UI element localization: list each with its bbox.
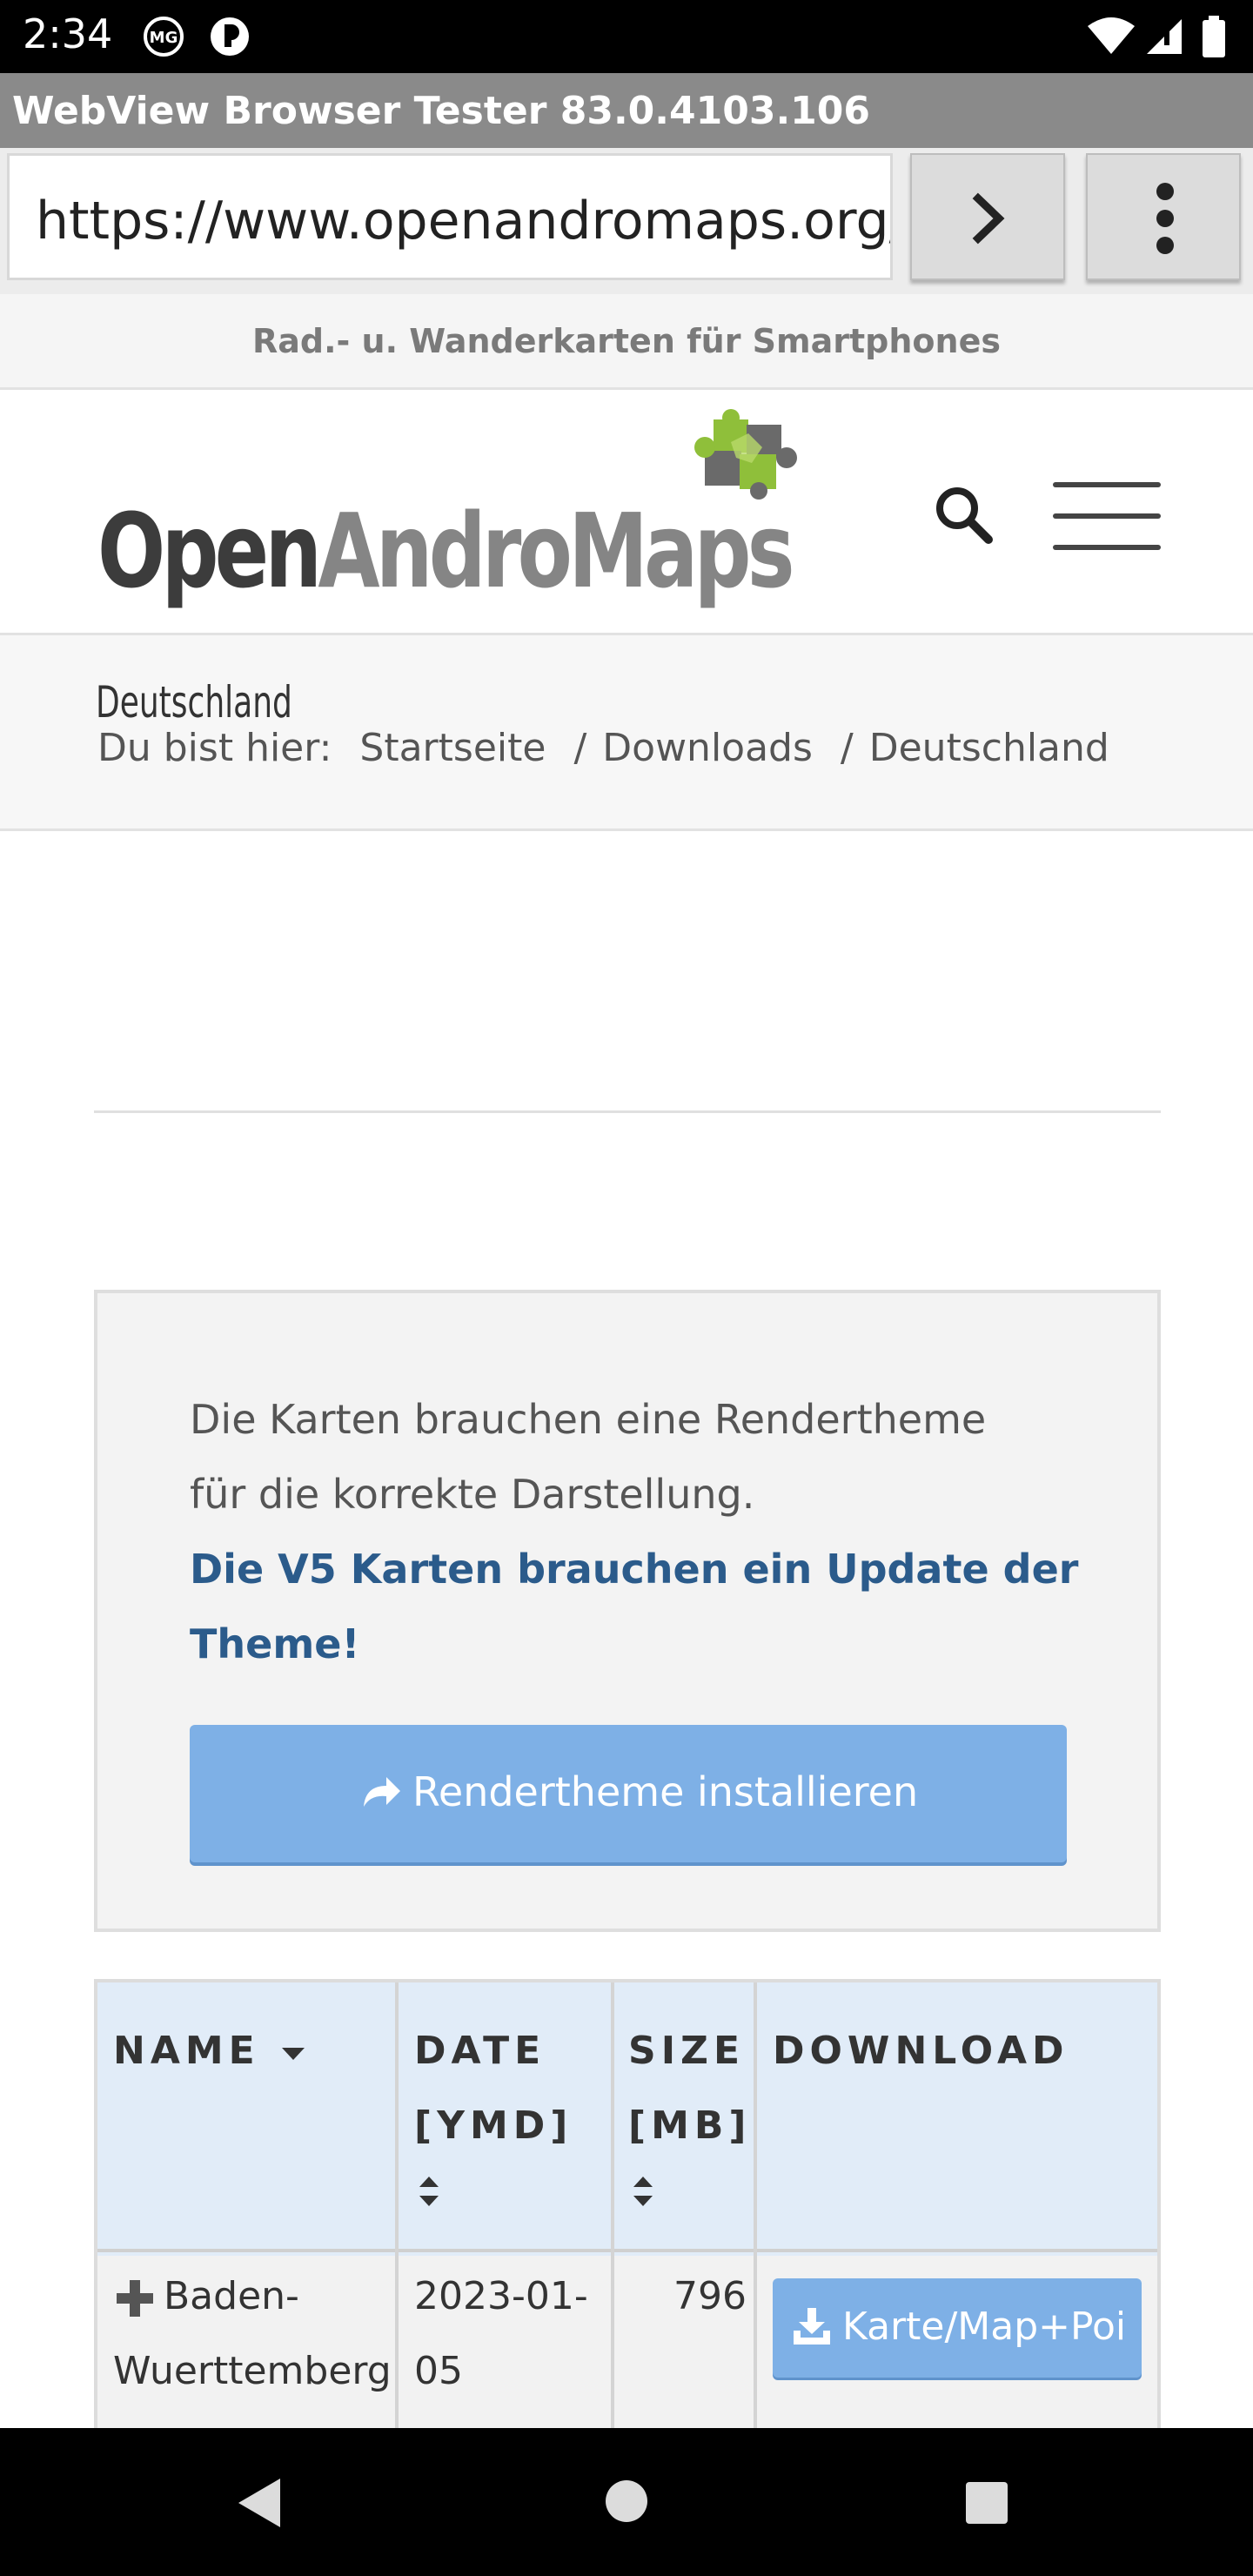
install-button-label: Rendertheme installieren xyxy=(412,1768,919,1815)
breadcrumb-prefix: Du bist hier: xyxy=(97,726,332,770)
wifi-icon xyxy=(1088,17,1135,54)
date-value: 05 xyxy=(414,2349,463,2393)
share-arrow-icon xyxy=(364,1777,400,1807)
battery-icon xyxy=(1203,16,1225,57)
sort-desc-icon xyxy=(282,2048,305,2060)
download-button-label: Karte/Map+Poi xyxy=(842,2304,1127,2349)
site-logo[interactable]: OpenAndroMaps xyxy=(97,407,820,616)
page-title-area: Deutschland Du bist hier: Startseite / D… xyxy=(0,635,1253,831)
recents-icon[interactable] xyxy=(964,2480,1009,2526)
date-value: 2023-01- xyxy=(414,2274,588,2318)
notification-mg-icon: MG xyxy=(144,17,184,57)
site-header: OpenAndroMaps xyxy=(0,390,1253,635)
url-input[interactable]: https://www.openandromaps.org/de/downloa… xyxy=(7,153,893,280)
back-icon[interactable] xyxy=(235,2475,287,2531)
info-text-line: Die Karten brauchen eine Rendertheme xyxy=(190,1396,987,1443)
overflow-menu-button[interactable] xyxy=(1086,153,1241,280)
column-header-download: DOWNLOAD xyxy=(773,2014,1069,2089)
column-header-label: [MB] xyxy=(628,2103,752,2148)
hamburger-menu-icon[interactable] xyxy=(1053,477,1161,555)
column-header-label: DATE xyxy=(414,2029,546,2073)
sort-both-icon xyxy=(633,2177,653,2206)
site-tagline-bar: Rad.- u. Wanderkarten für Smartphones xyxy=(0,294,1253,390)
breadcrumb-separator: / xyxy=(840,726,854,770)
cell-date: 2023-01- 05 xyxy=(414,2259,588,2409)
notification-app-icon xyxy=(211,17,249,56)
download-icon xyxy=(794,2308,830,2345)
info-text-line: für die korrekte Darstellung. xyxy=(190,1471,755,1518)
cell-name: Baden- Wuerttemberg xyxy=(113,2259,392,2409)
install-rendertheme-button[interactable]: Rendertheme installieren xyxy=(190,1725,1067,1862)
go-button[interactable] xyxy=(910,153,1065,280)
info-bold-line: Die V5 Karten brauchen ein Update der xyxy=(190,1546,1079,1593)
chevron-right-icon xyxy=(972,192,1005,245)
table-header: NAME DATE [YMD] SIZE [MB] DOWNLOAD xyxy=(97,1982,1157,2252)
breadcrumb: Du bist hier: Startseite / Downloads / D… xyxy=(97,726,1109,770)
divider xyxy=(94,1110,1161,1113)
region-name: Baden- xyxy=(164,2274,299,2318)
column-header-date[interactable]: DATE [YMD] xyxy=(414,2014,573,2238)
page-title: Deutschland xyxy=(96,677,292,728)
column-header-label: [YMD] xyxy=(414,2103,573,2148)
search-button[interactable] xyxy=(929,480,999,550)
rendertheme-info-box: Die Karten brauchen eine Rendertheme für… xyxy=(94,1290,1161,1932)
home-icon[interactable] xyxy=(604,2479,649,2524)
breadcrumb-current: Deutschland xyxy=(868,726,1109,770)
status-bar: 2:34 MG xyxy=(0,0,1253,73)
download-map-button[interactable]: Karte/Map+Poi xyxy=(773,2278,1142,2378)
puzzle-map-logo-icon xyxy=(694,409,797,500)
logo-part-andromaps: AndroMaps xyxy=(318,491,794,611)
more-vert-icon xyxy=(1156,183,1174,254)
url-toolbar: https://www.openandromaps.org/de/downloa… xyxy=(0,148,1253,294)
search-icon xyxy=(936,487,993,544)
breadcrumb-separator: / xyxy=(573,726,587,770)
column-header-size[interactable]: SIZE [MB] xyxy=(628,2014,752,2238)
column-header-label: NAME xyxy=(113,2029,260,2073)
expand-plus-icon[interactable] xyxy=(113,2277,157,2320)
column-header-label: DOWNLOAD xyxy=(773,2029,1069,2073)
info-bold-line: Theme! xyxy=(190,1620,360,1667)
cell-signal-icon xyxy=(1147,19,1182,54)
column-header-name[interactable]: NAME xyxy=(113,2014,308,2089)
breadcrumb-link-startseite[interactable]: Startseite xyxy=(359,726,546,770)
svg-text:MG: MG xyxy=(150,29,178,47)
column-header-label: SIZE xyxy=(628,2029,746,2073)
sort-both-icon xyxy=(419,2177,439,2206)
url-text: https://www.openandromaps.org/de/downloa… xyxy=(36,191,890,252)
status-time: 2:34 xyxy=(23,10,113,57)
logo-part-open: Open xyxy=(97,491,322,611)
region-name: Wuerttemberg xyxy=(113,2349,392,2393)
app-title: WebView Browser Tester 83.0.4103.106 xyxy=(12,89,871,133)
system-nav-bar xyxy=(0,2428,1253,2576)
site-tagline: Rad.- u. Wanderkarten für Smartphones xyxy=(252,322,1001,360)
app-title-bar: WebView Browser Tester 83.0.4103.106 xyxy=(0,73,1253,148)
breadcrumb-link-downloads[interactable]: Downloads xyxy=(602,726,813,770)
cell-size: 796 xyxy=(673,2274,747,2318)
logo-wordmark: OpenAndroMaps xyxy=(97,491,795,611)
